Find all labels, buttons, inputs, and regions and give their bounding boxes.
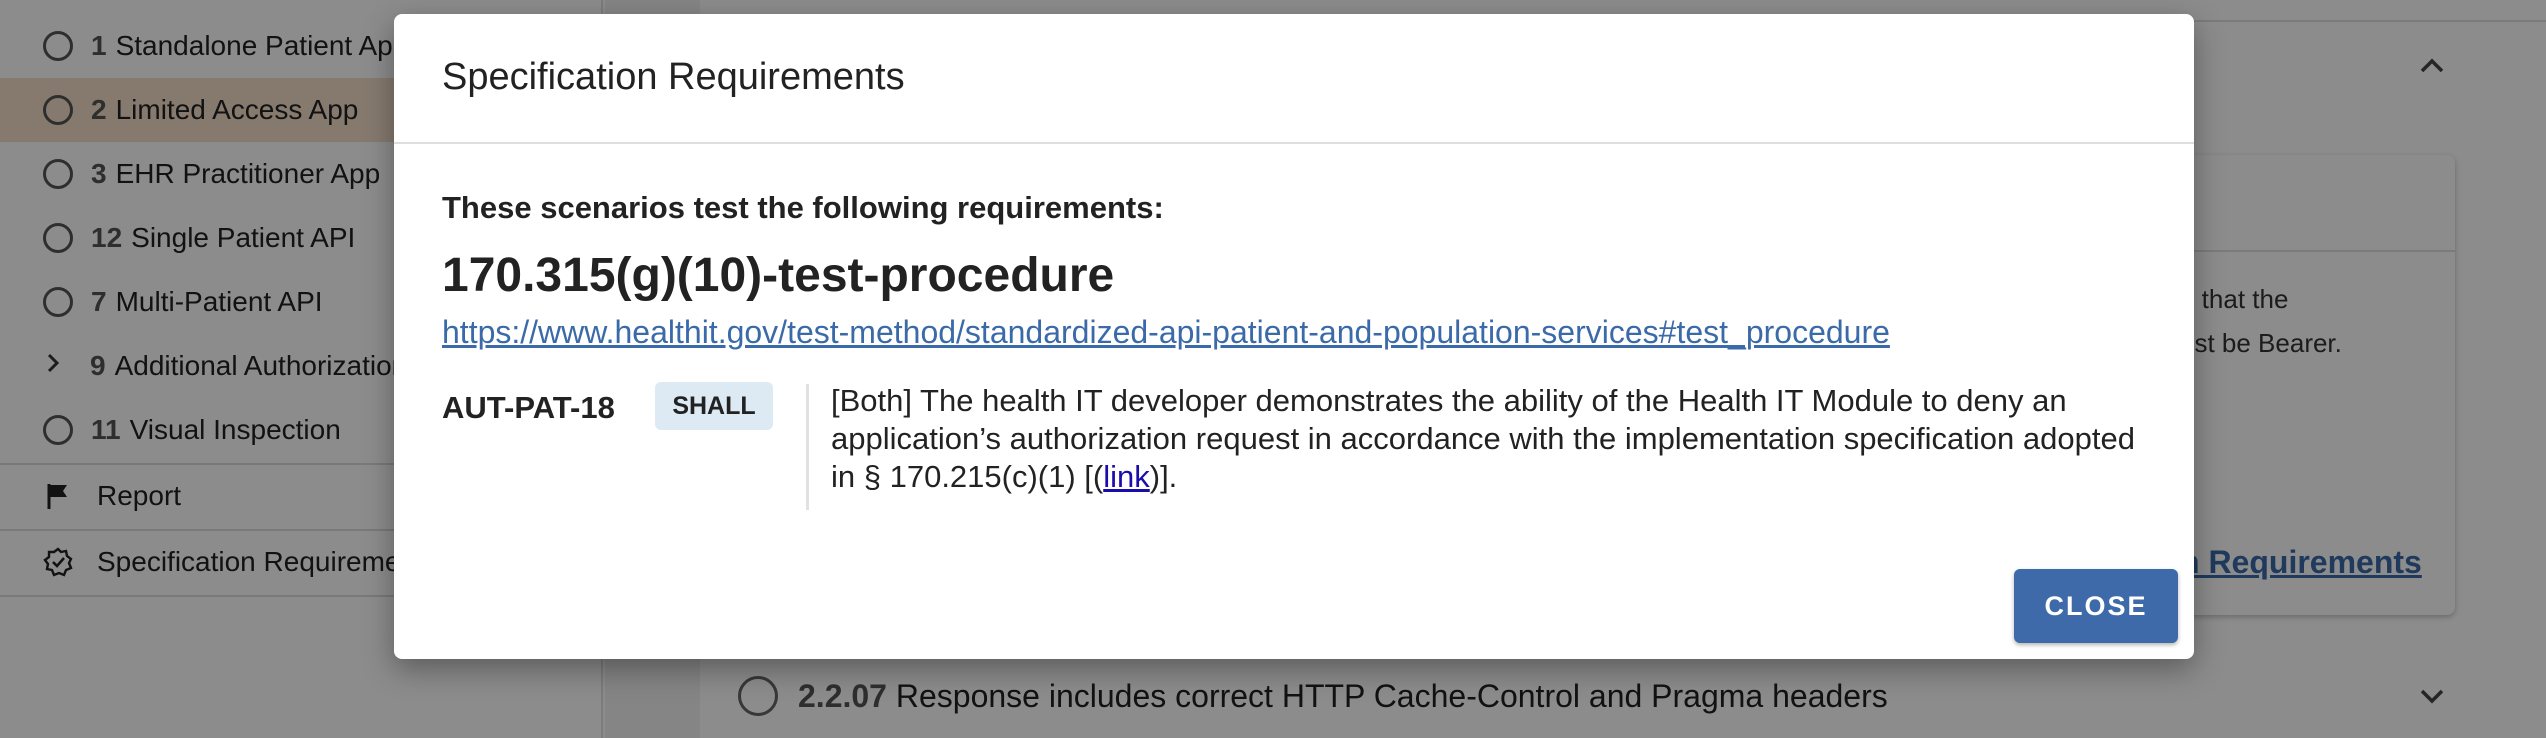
dialog-divider [394,142,2194,144]
dialog-intro: These scenarios test the following requi… [442,190,1164,225]
requirement-divider [806,384,809,510]
requirement-text-body: [Both] The health IT developer demonstra… [831,383,2135,494]
close-button[interactable]: CLOSE [2014,569,2178,643]
requirement-link[interactable]: link [1103,459,1150,494]
requirement-id: AUT-PAT-18 [442,390,615,425]
requirement-set-url-link[interactable]: https://www.healthit.gov/test-method/sta… [442,314,1890,351]
conformance-badge: SHALL [655,382,773,430]
requirement-set-title: 170.315(g)(10)-test-procedure [442,249,1115,302]
specification-requirements-dialog: Specification Requirements These scenari… [394,14,2194,659]
dialog-title: Specification Requirements [442,56,905,98]
requirement-text: [Both] The health IT developer demonstra… [831,382,2151,496]
requirement-text-tail: )]. [1149,459,1178,494]
